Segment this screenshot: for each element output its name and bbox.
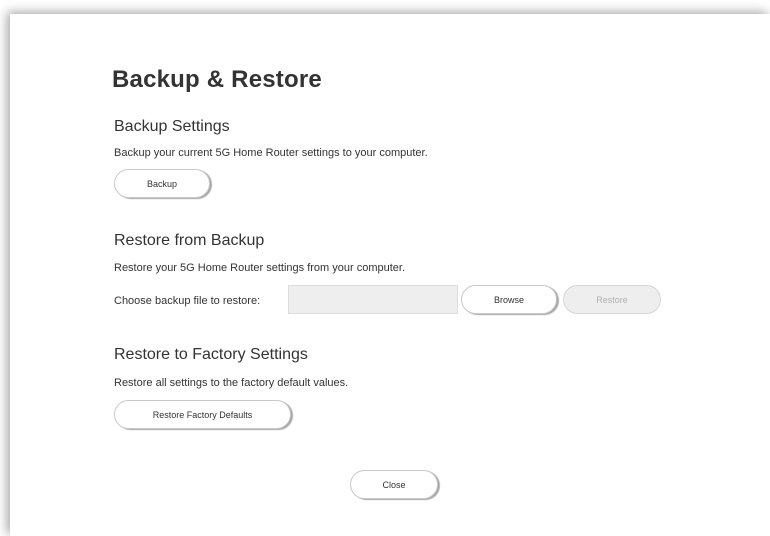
restore-factory-defaults-button[interactable]: Restore Factory Defaults [114, 400, 291, 429]
backup-settings-heading: Backup Settings [114, 118, 230, 135]
backup-button[interactable]: Backup [114, 169, 210, 198]
factory-settings-heading: Restore to Factory Settings [114, 346, 308, 363]
backup-file-label: Choose backup file to restore: [114, 295, 261, 307]
restore-backup-heading: Restore from Backup [114, 232, 265, 249]
browse-button[interactable]: Browse [461, 285, 557, 314]
page-title: Backup & Restore [112, 66, 322, 93]
backup-restore-dialog: Backup & Restore Backup Settings Backup … [10, 14, 770, 536]
restore-backup-description: Restore your 5G Home Router settings fro… [114, 262, 406, 274]
factory-settings-description: Restore all settings to the factory defa… [114, 377, 349, 389]
backup-file-field[interactable] [288, 285, 458, 314]
restore-button[interactable]: Restore [563, 285, 661, 314]
backup-settings-description: Backup your current 5G Home Router setti… [114, 147, 428, 159]
close-button[interactable]: Close [350, 470, 438, 499]
